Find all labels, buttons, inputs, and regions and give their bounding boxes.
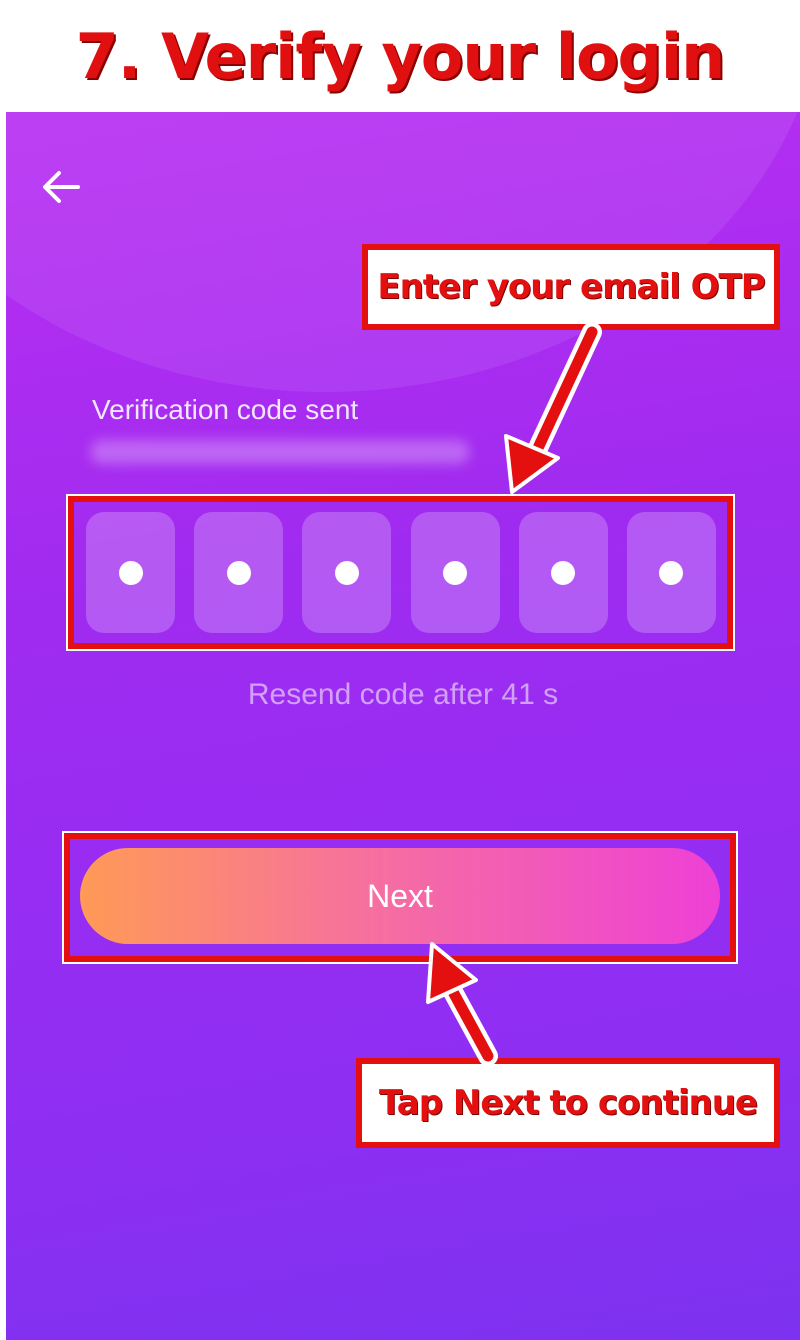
otp-highlight-box [68,496,733,649]
resend-timer-text: Resend code after 41 s [247,678,559,711]
back-button[interactable] [36,162,86,212]
otp-callout: Enter your email OTP [362,244,780,330]
masked-email [90,440,470,464]
next-highlight-box [64,833,736,962]
arrow-left-icon [43,171,80,203]
verification-label: Verification code sent [92,394,359,425]
tutorial-title: 7. Verify your login [75,19,726,93]
next-callout: Tap Next to continue [356,1058,780,1148]
